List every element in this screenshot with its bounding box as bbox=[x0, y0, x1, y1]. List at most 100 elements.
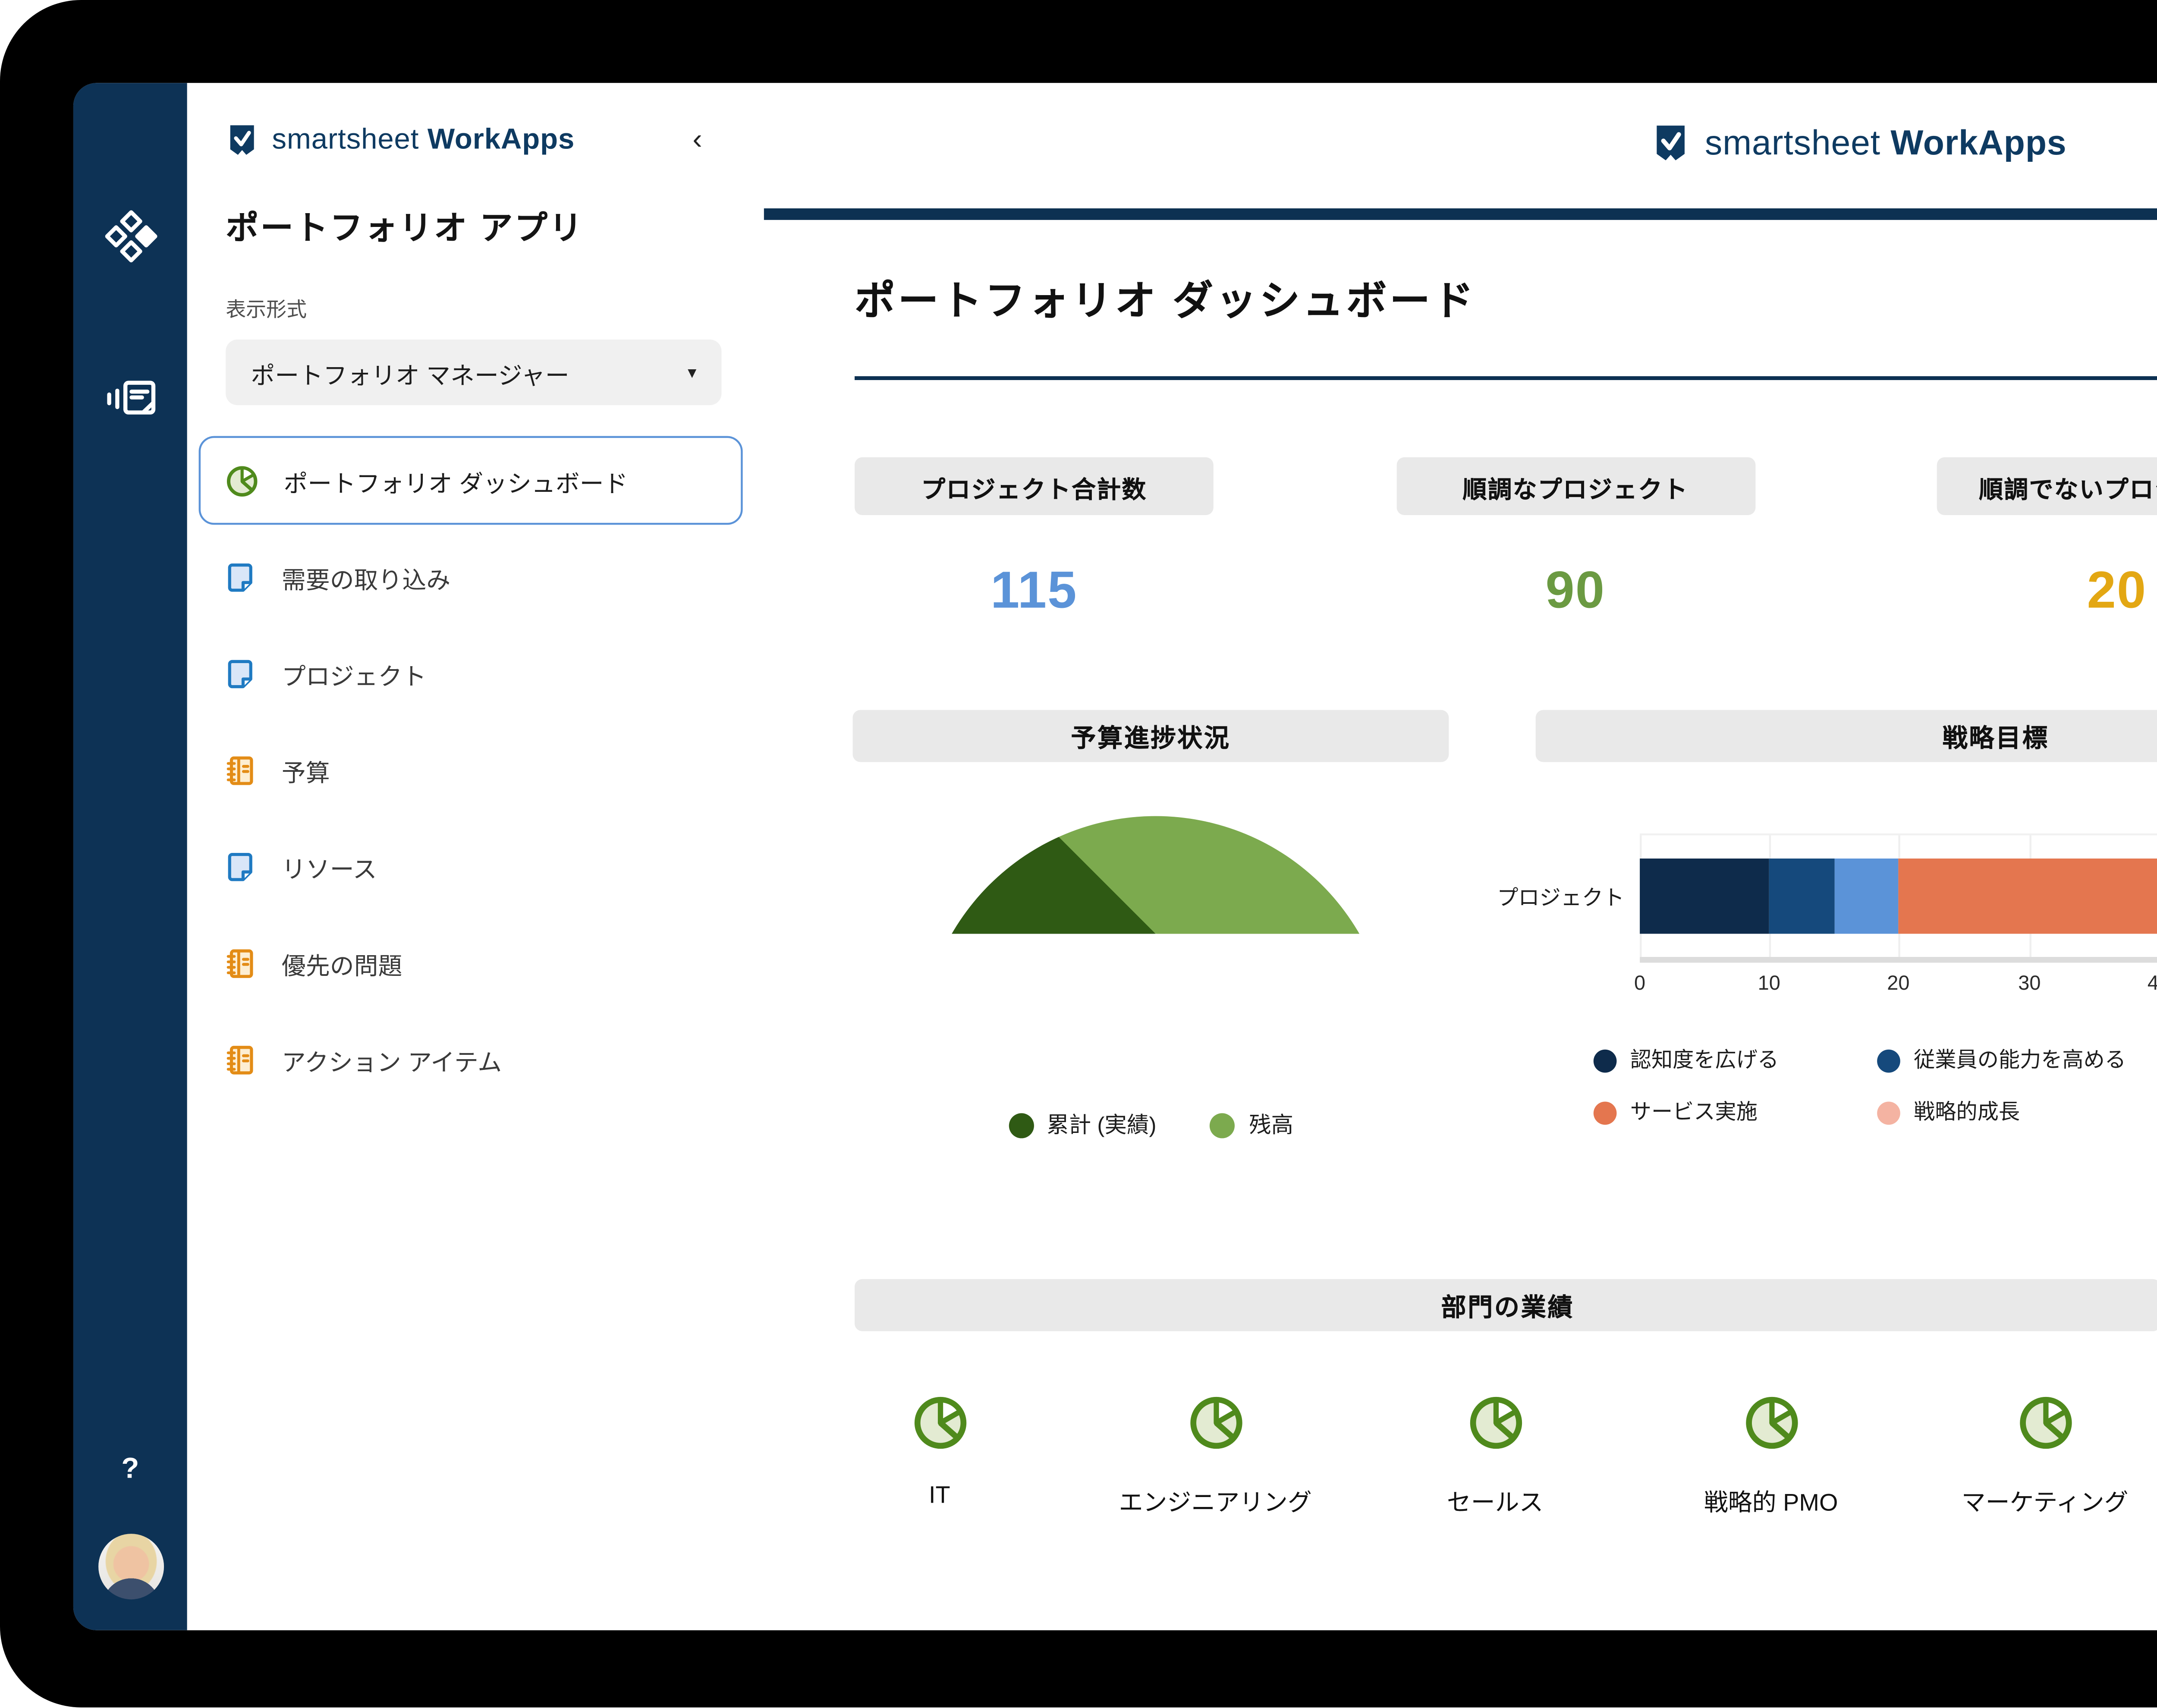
app-window: ? smartsheet WorkApps ‹ ポートフォリオ アプリ 表示形式… bbox=[73, 83, 2157, 1630]
legend-dot bbox=[1594, 1050, 1617, 1073]
kpi-label: プロジェクト合計数 bbox=[855, 457, 1214, 515]
pie-chart-icon bbox=[1743, 1395, 1799, 1451]
budget-gauge bbox=[920, 816, 1391, 1052]
legend-label: 累計 (実績) bbox=[1047, 1109, 1156, 1140]
user-avatar[interactable] bbox=[97, 1534, 163, 1599]
kpi-label: 順調でないプロジェクト bbox=[1937, 457, 2157, 515]
legend-dot bbox=[1877, 1050, 1900, 1073]
document-icon bbox=[224, 657, 257, 690]
legend-label: サービス実施 bbox=[1630, 1100, 1758, 1127]
bar-segment bbox=[1769, 859, 1834, 934]
department-label: IT bbox=[814, 1482, 1065, 1509]
help-icon[interactable]: ? bbox=[121, 1453, 139, 1485]
bar-segment bbox=[1899, 859, 2157, 934]
pie-chart-icon bbox=[912, 1395, 968, 1451]
sidebar: smartsheet WorkApps ‹ ポートフォリオ アプリ 表示形式 ポ… bbox=[187, 83, 764, 1630]
strategic-x-axis bbox=[1640, 957, 2157, 963]
view-format-label: 表示形式 bbox=[226, 295, 721, 324]
sidebar-nav: ポートフォリオ ダッシュボード 需要の取り込み プロジェクト 予算 リソース bbox=[199, 436, 743, 1107]
department-label: マーケティング bbox=[1920, 1482, 2157, 1518]
sidebar-item-label: 予算 bbox=[282, 752, 330, 788]
app-title: ポートフォリオ アプリ bbox=[226, 201, 721, 249]
legend-label: 戦略的成長 bbox=[1914, 1100, 2020, 1127]
kpi-value: 90 bbox=[1396, 561, 1755, 621]
bar-segment bbox=[1834, 859, 1899, 934]
smartsheet-check-icon bbox=[1651, 122, 1689, 164]
sidebar-item-action-items[interactable]: アクション アイテム bbox=[199, 1011, 743, 1107]
department-it: IT bbox=[814, 1395, 1065, 1509]
sidebar-item-label: プロジェクト bbox=[282, 655, 426, 692]
legend-label: 残高 bbox=[1249, 1109, 1293, 1140]
sidebar-item-label: 需要の取り込み bbox=[282, 559, 450, 595]
kpi-value: 115 bbox=[855, 561, 1214, 621]
kpi-total-projects: プロジェクト合計数 115 bbox=[855, 457, 1214, 621]
role-selector-dropdown[interactable]: ポートフォリオ マネージャー ▾ bbox=[226, 340, 721, 405]
strategic-plot bbox=[1640, 834, 2157, 957]
legend-dot bbox=[1211, 1112, 1236, 1137]
legend-item: 残高 bbox=[1211, 1109, 1293, 1140]
kpi-on-track-projects: 順調なプロジェクト 90 bbox=[1396, 457, 1755, 621]
sidebar-item-demand-intake[interactable]: 需要の取り込み bbox=[199, 528, 743, 625]
department-sales: セールス bbox=[1370, 1395, 1620, 1518]
x-tick: 10 bbox=[1744, 972, 1794, 996]
strategic-bar bbox=[1640, 859, 2157, 934]
sidebar-item-resources[interactable]: リソース bbox=[199, 818, 743, 915]
legend-item: 従業員の能力を高める bbox=[1877, 1047, 2126, 1075]
sidebar-item-priority-issues[interactable]: 優先の問題 bbox=[199, 915, 743, 1011]
legend-dot bbox=[1877, 1101, 1900, 1125]
department-label: エンジニアリング bbox=[1090, 1482, 1341, 1518]
strategic-section-header: 戦略目標 bbox=[1536, 710, 2157, 762]
budget-gauge-legend: 累計 (実績) 残高 bbox=[853, 1109, 1449, 1140]
kpi-row: プロジェクト合計数 115 順調なプロジェクト 90 順調でないプロジェクト 2… bbox=[855, 457, 2157, 621]
collapse-sidebar-icon[interactable]: ‹ bbox=[692, 126, 702, 154]
legend-dot bbox=[1008, 1112, 1033, 1137]
notebook-icon bbox=[224, 946, 257, 979]
document-icon bbox=[224, 560, 257, 593]
header-brand: smartsheet WorkApps bbox=[764, 122, 2157, 164]
screenshot-frame: ? smartsheet WorkApps ‹ ポートフォリオ アプリ 表示形式… bbox=[0, 0, 2157, 1708]
x-tick: 0 bbox=[1615, 972, 1665, 996]
department-strategic-pmo: 戦略的 PMO bbox=[1646, 1395, 1896, 1518]
sidebar-item-label: アクション アイテム bbox=[282, 1041, 502, 1078]
legend-item: 累計 (実績) bbox=[1008, 1109, 1157, 1140]
sidebar-brand: smartsheet WorkApps bbox=[272, 123, 575, 156]
legend-item: 戦略的成長 bbox=[1877, 1100, 2020, 1127]
smartsheet-check-icon bbox=[226, 122, 258, 158]
kpi-label: 順調なプロジェクト bbox=[1396, 457, 1755, 515]
legend-item: サービス実施 bbox=[1594, 1100, 1758, 1127]
notebook-icon bbox=[224, 1043, 257, 1076]
legend-label: 従業員の能力を高める bbox=[1914, 1047, 2126, 1075]
sidebar-item-label: 優先の問題 bbox=[282, 944, 402, 981]
kpi-value: 20 bbox=[1937, 561, 2157, 621]
budget-section-header: 予算進捗状況 bbox=[853, 710, 1449, 762]
notebook-icon bbox=[224, 753, 257, 786]
role-selector-value: ポートフォリオ マネージャー bbox=[251, 354, 569, 391]
department-engineering: エンジニアリング bbox=[1090, 1395, 1341, 1518]
legend-label: 認知度を広げる bbox=[1630, 1047, 1779, 1075]
x-tick: 20 bbox=[1873, 972, 1923, 996]
pie-chart-icon bbox=[2017, 1395, 2073, 1451]
department-marketing: マーケティング bbox=[1920, 1395, 2157, 1518]
template-gallery-icon[interactable] bbox=[103, 376, 157, 430]
sidebar-item-projects[interactable]: プロジェクト bbox=[199, 625, 743, 722]
legend-dot bbox=[1594, 1101, 1617, 1125]
workapps-grid-icon[interactable] bbox=[104, 210, 156, 272]
kpi-off-track-projects: 順調でないプロジェクト 20 bbox=[1937, 457, 2157, 621]
document-icon bbox=[224, 850, 257, 883]
x-tick: 40 bbox=[2134, 972, 2157, 996]
sidebar-item-label: ポートフォリオ ダッシュボード bbox=[283, 462, 628, 499]
x-tick: 30 bbox=[2004, 972, 2054, 996]
title-rule bbox=[855, 376, 2157, 380]
page-title: ポートフォリオ ダッシュボード bbox=[855, 270, 1476, 328]
chevron-down-icon: ▾ bbox=[688, 362, 696, 383]
pie-chart-icon bbox=[1187, 1395, 1243, 1451]
department-label: セールス bbox=[1370, 1482, 1620, 1518]
left-rail: ? bbox=[73, 83, 187, 1630]
sidebar-item-label: リソース bbox=[282, 848, 377, 884]
sidebar-logo-row: smartsheet WorkApps ‹ bbox=[226, 122, 721, 158]
header-divider bbox=[764, 208, 2157, 220]
legend-item: 認知度を広げる bbox=[1594, 1047, 1779, 1075]
sidebar-item-portfolio-dashboard[interactable]: ポートフォリオ ダッシュボード bbox=[199, 436, 743, 525]
sidebar-item-budget[interactable]: 予算 bbox=[199, 721, 743, 818]
main-content: smartsheet WorkApps ポートフォリオ ダッシュボード プロジェ… bbox=[764, 83, 2157, 1630]
